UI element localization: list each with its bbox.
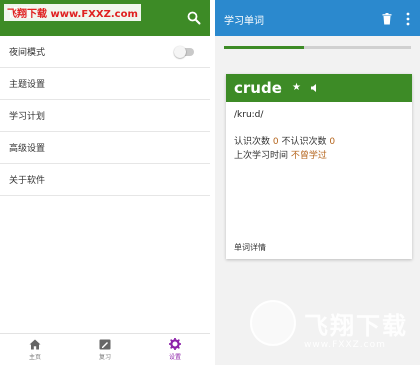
nav-item-label: 复习 — [98, 353, 111, 361]
last-study-label: 上次学习时间 — [234, 151, 289, 161]
unknown-label: 不认识次数 — [281, 137, 327, 147]
word-card-header: crude ★ — [226, 74, 412, 102]
word-details-link[interactable]: 单词详情 — [234, 242, 266, 253]
nav-item-home[interactable]: 主页 — [0, 334, 70, 365]
nav-item-review[interactable]: 复习 — [70, 334, 140, 365]
watermark-text: 飞翔下载 www.FXXZ.com — [4, 4, 141, 21]
watermark-logo: 飞翔下载 www.FXXZ.com — [250, 300, 420, 360]
search-icon[interactable] — [187, 11, 201, 25]
watermark-title: 飞翔下载 — [304, 312, 408, 340]
speaker-icon[interactable] — [310, 83, 320, 93]
screenshot-root: 设置 飞翔下载 www.FXXZ.com 夜间模式 主题设置 学习计划 高级设置 — [0, 0, 420, 365]
phonetic-text: /kru:d/ — [234, 110, 264, 120]
bottom-navigation: 主页 复习 设置 — [0, 333, 210, 365]
nav-item-label: 主页 — [28, 353, 41, 361]
setting-item-about[interactable]: 关于软件 — [0, 164, 210, 196]
unknown-count: 0 — [329, 137, 336, 147]
trash-icon[interactable] — [382, 13, 392, 25]
study-progress-bar — [224, 46, 411, 49]
settings-icon — [169, 338, 181, 350]
known-label: 认识次数 — [234, 137, 271, 147]
word-card[interactable]: crude ★ /kru:d/ 认识次数 0 不认识次数 0 上次学习时间 不曾… — [226, 74, 412, 259]
last-study-value: 不曾学过 — [290, 151, 327, 161]
last-study-stats: 上次学习时间 不曾学过 — [234, 148, 327, 161]
setting-item-label: 关于软件 — [9, 176, 46, 186]
settings-screen: 设置 飞翔下载 www.FXXZ.com 夜间模式 主题设置 学习计划 高级设置 — [0, 0, 210, 365]
setting-item-label: 夜间模式 — [9, 48, 46, 58]
known-count: 0 — [272, 137, 279, 147]
nav-item-label: 设置 — [168, 354, 181, 361]
star-icon[interactable]: ★ — [292, 82, 301, 93]
watermark-url: www.FXXZ.com — [304, 340, 386, 350]
setting-item-label: 学习计划 — [9, 112, 46, 122]
home-icon — [29, 339, 41, 349]
study-screen: 学习单词 crude ★ /kru:d/ 认识次数 0 不认识次数 0 上次学习… — [215, 0, 420, 365]
page-title: 学习单词 — [224, 16, 264, 27]
setting-item-study-plan[interactable]: 学习计划 — [0, 100, 210, 132]
setting-item-night-mode[interactable]: 夜间模式 — [0, 36, 210, 68]
setting-item-advanced[interactable]: 高级设置 — [0, 132, 210, 164]
setting-item-label: 高级设置 — [9, 144, 46, 154]
setting-item-label: 主题设置 — [9, 80, 46, 90]
setting-item-theme[interactable]: 主题设置 — [0, 68, 210, 100]
night-mode-toggle[interactable] — [174, 46, 194, 58]
settings-list: 夜间模式 主题设置 学习计划 高级设置 关于软件 — [0, 36, 210, 196]
review-icon — [99, 339, 111, 349]
word-text: crude — [234, 79, 282, 97]
study-app-bar: 学习单词 — [215, 0, 420, 36]
settings-app-bar: 设置 飞翔下载 www.FXXZ.com — [0, 0, 210, 36]
more-vert-icon[interactable] — [405, 12, 411, 26]
toggle-knob — [174, 46, 186, 58]
nav-item-settings[interactable]: 设置 — [140, 334, 210, 365]
known-stats: 认识次数 0 不认识次数 0 — [234, 134, 335, 147]
watermark-circle-icon — [250, 300, 296, 346]
progress-fill — [224, 46, 305, 49]
